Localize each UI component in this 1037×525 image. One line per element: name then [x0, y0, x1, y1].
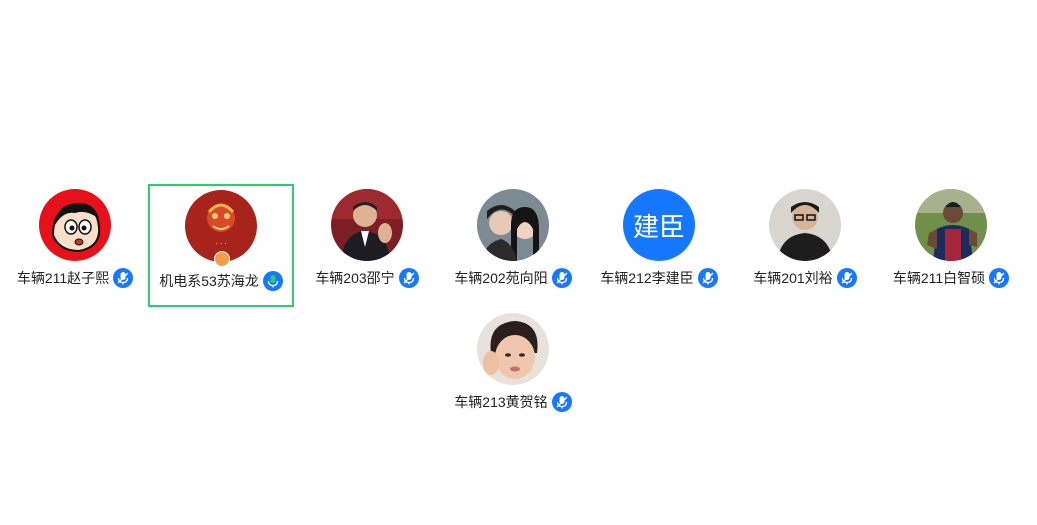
participant-tile[interactable]: 车辆213黄贺铭 — [443, 308, 583, 428]
participant-name: 车辆202苑向阳 — [454, 270, 548, 286]
microphone-icon[interactable] — [113, 268, 134, 288]
text-avatar: 建臣 — [623, 189, 695, 261]
participant-tile[interactable]: 车辆202苑向阳 — [443, 184, 583, 304]
microphone-icon[interactable] — [398, 268, 419, 288]
participant-name: 车辆211白智硕 — [892, 270, 986, 286]
participant-tile[interactable]: 车辆203邵宁 — [297, 184, 437, 304]
cartoon-boy-avatar — [39, 189, 111, 261]
participant-name: 车辆201刘裕 — [753, 270, 833, 286]
participant-tile[interactable]: 建臣 车辆212李建臣 — [589, 184, 729, 304]
microphone-icon[interactable] — [551, 268, 572, 288]
child-photo-avatar — [477, 313, 549, 385]
svg-text:· · ·: · · · — [215, 240, 226, 248]
microphone-speaking-icon[interactable] — [262, 271, 283, 291]
soccer-player-avatar — [915, 189, 987, 261]
host-badge-icon — [214, 251, 230, 267]
participant-name: 车辆213黄贺铭 — [454, 394, 548, 410]
participant-tile-selected[interactable]: · · · 机电系53苏海龙 — [148, 184, 294, 307]
participant-name: 车辆211赵子熙 — [16, 270, 110, 286]
participant-name: 车辆203邵宁 — [315, 270, 395, 286]
participant-grid: 车辆211赵子熙 · · · 机电系53苏海龙 车辆203邵宁 车辆202苑向阳… — [0, 0, 1037, 525]
microphone-icon[interactable] — [697, 268, 718, 288]
participant-tile[interactable]: 车辆201刘裕 — [735, 184, 875, 304]
microphone-icon[interactable] — [836, 268, 857, 288]
microphone-icon[interactable] — [989, 268, 1010, 288]
participant-tile[interactable]: 车辆211赵子熙 — [5, 184, 145, 304]
avatar-initials: 建臣 — [632, 212, 685, 243]
man-in-suit-avatar — [331, 189, 403, 261]
participant-tile[interactable]: 车辆211白智硕 — [881, 184, 1021, 304]
couple-photo-avatar — [477, 189, 549, 261]
participant-name: 车辆212李建臣 — [600, 270, 694, 286]
participant-name: 机电系53苏海龙 — [159, 273, 259, 289]
man-with-glasses-avatar — [769, 189, 841, 261]
microphone-icon[interactable] — [551, 392, 572, 412]
